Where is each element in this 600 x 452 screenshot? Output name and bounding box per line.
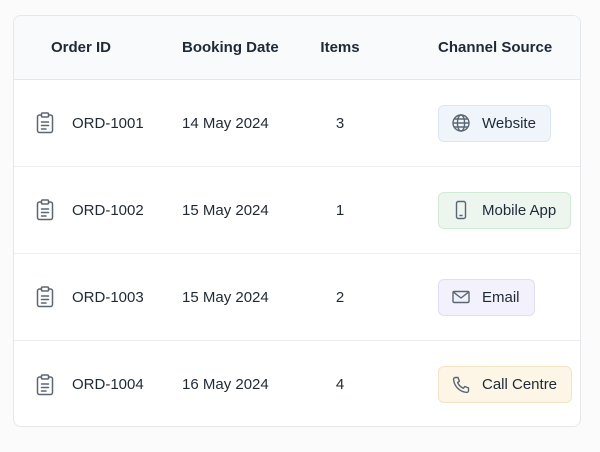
header-items[interactable]: Items [282, 39, 398, 56]
order-id-cell: ORD-1004 [14, 373, 154, 396]
booking-date: 15 May 2024 [182, 288, 269, 306]
orders-table: Order ID Booking Date Items Channel Sour… [13, 15, 581, 427]
phone-icon [451, 375, 471, 395]
channel-label: Website [482, 114, 536, 132]
clipboard-icon [36, 373, 54, 396]
table-row[interactable]: ORD-1003 15 May 2024 2 Email [14, 254, 580, 341]
order-id: ORD-1003 [72, 288, 144, 306]
channel-cell: Mobile App [398, 191, 580, 229]
channel-cell: Website [398, 104, 580, 142]
table-row[interactable]: ORD-1001 14 May 2024 3 Website [14, 80, 580, 167]
order-id-cell: ORD-1001 [14, 112, 154, 134]
table-row[interactable]: ORD-1002 15 May 2024 1 Mobile App [14, 167, 580, 254]
channel-badge: Call Centre [438, 366, 573, 403]
order-id-cell: ORD-1003 [14, 286, 154, 308]
booking-date: 16 May 2024 [182, 376, 269, 393]
channel-badge: Email [438, 278, 535, 316]
order-id: ORD-1002 [72, 201, 144, 219]
smartphone-icon [451, 200, 471, 220]
channel-cell: Email [398, 278, 580, 316]
table-header: Order ID Booking Date Items Channel Sour… [14, 16, 580, 80]
mail-icon [451, 287, 471, 307]
channel-badge: Website [438, 104, 551, 142]
item-count: 2 [335, 288, 345, 306]
channel-cell: Call Centre [398, 366, 580, 403]
order-id-cell: ORD-1002 [14, 199, 154, 221]
booking-date: 14 May 2024 [182, 114, 269, 132]
order-id: ORD-1001 [72, 114, 144, 132]
header-order-id[interactable]: Order ID [14, 39, 154, 56]
globe-icon [451, 113, 471, 133]
channel-label: Call Centre [482, 376, 558, 393]
clipboard-icon [36, 286, 54, 308]
channel-label: Email [482, 288, 520, 306]
item-count: 3 [335, 114, 345, 132]
booking-date: 15 May 2024 [182, 201, 269, 219]
header-booking-date[interactable]: Booking Date [154, 39, 282, 56]
clipboard-icon [36, 112, 54, 134]
clipboard-icon [36, 199, 54, 221]
order-id: ORD-1004 [72, 376, 144, 393]
channel-label: Mobile App [482, 201, 557, 219]
item-count: 1 [335, 201, 345, 219]
header-channel-source[interactable]: Channel Source [398, 39, 580, 56]
item-count: 4 [335, 376, 345, 393]
table-row[interactable]: ORD-1004 16 May 2024 4 Call Centre [14, 341, 580, 426]
channel-badge: Mobile App [438, 191, 572, 229]
